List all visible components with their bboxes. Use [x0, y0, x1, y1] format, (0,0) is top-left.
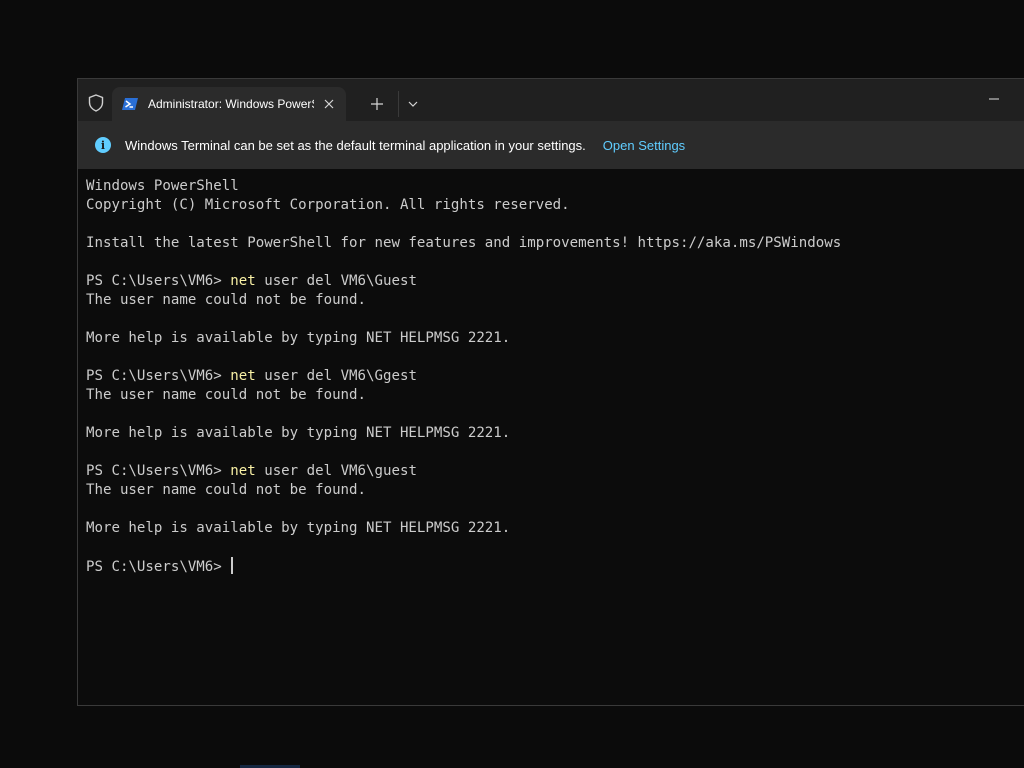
prompt: PS C:\Users\VM6> — [86, 463, 231, 479]
title-bar[interactable]: Administrator: Windows PowerShell — [78, 79, 1024, 121]
terminal-line: More help is available by typing NET HEL… — [86, 520, 511, 536]
tab-dropdown-button[interactable] — [403, 94, 423, 114]
command-args: user del VM6\Ggest — [255, 368, 417, 384]
terminal-line: More help is available by typing NET HEL… — [86, 425, 511, 441]
command-name: net — [230, 368, 256, 384]
plus-icon — [371, 98, 383, 110]
terminal-window: Administrator: Windows PowerShell — [77, 78, 1024, 706]
powershell-icon — [122, 96, 138, 112]
text-cursor — [231, 557, 233, 574]
terminal-line: The user name could not be found. — [86, 387, 367, 403]
terminal-line: The user name could not be found. — [86, 292, 367, 308]
terminal-line: More help is available by typing NET HEL… — [86, 330, 511, 346]
prompt: PS C:\Users\VM6> — [86, 559, 231, 575]
tab-divider — [398, 91, 399, 117]
default-terminal-infobar: i Windows Terminal can be set as the def… — [78, 121, 1024, 169]
terminal-output[interactable]: Windows PowerShell Copyright (C) Microsof… — [78, 169, 1024, 705]
chevron-down-icon — [408, 101, 418, 107]
terminal-line: Install the latest PowerShell for new fe… — [86, 235, 842, 251]
command-args: user del VM6\Guest — [255, 273, 417, 289]
minimize-icon — [989, 98, 999, 100]
shield-icon — [87, 94, 105, 112]
open-settings-link[interactable]: Open Settings — [603, 138, 685, 153]
terminal-command-line: PS C:\Users\VM6> net user del VM6\Ggest — [86, 367, 1024, 386]
command-args: user del VM6\guest — [255, 463, 417, 479]
tab-administrator-powershell[interactable]: Administrator: Windows PowerShell — [112, 87, 346, 121]
prompt: PS C:\Users\VM6> — [86, 273, 231, 289]
command-name: net — [230, 463, 256, 479]
minimize-button[interactable] — [982, 89, 1006, 109]
terminal-command-line: PS C:\Users\VM6> net user del VM6\guest — [86, 462, 1024, 481]
new-tab-button[interactable] — [366, 93, 388, 115]
desktop: Administrator: Windows PowerShell — [0, 0, 1024, 768]
terminal-line: Windows PowerShell — [86, 178, 239, 194]
info-icon: i — [95, 137, 111, 153]
terminal-active-prompt: PS C:\Users\VM6> — [86, 557, 1024, 576]
tab-title: Administrator: Windows PowerShell — [148, 97, 314, 111]
terminal-line: The user name could not be found. — [86, 482, 367, 498]
close-icon[interactable] — [320, 95, 338, 113]
terminal-line: Copyright (C) Microsoft Corporation. All… — [86, 197, 570, 213]
infobar-message: Windows Terminal can be set as the defau… — [125, 137, 586, 153]
prompt: PS C:\Users\VM6> — [86, 368, 231, 384]
terminal-command-line: PS C:\Users\VM6> net user del VM6\Guest — [86, 272, 1024, 291]
command-name: net — [230, 273, 256, 289]
